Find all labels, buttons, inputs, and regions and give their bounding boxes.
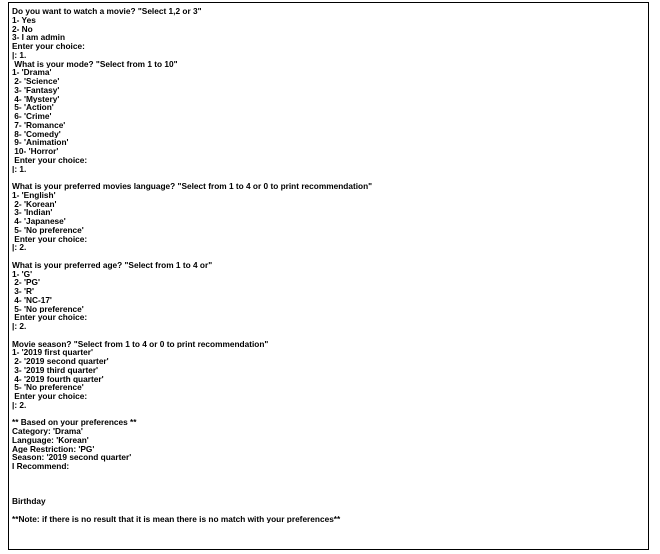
console-line: 4- '2019 fourth quarter'	[12, 374, 104, 384]
console-line: 3- 'R'	[12, 287, 34, 296]
console-output-panel: Do you want to watch a movie? "Select 1,…	[8, 2, 649, 550]
console-line: Age Restriction: 'PG'	[12, 444, 95, 454]
console-line: What is your preferred movies language? …	[12, 182, 373, 191]
console-line: |: 2.	[12, 400, 27, 410]
console-line: 2- '2019 second quarter'	[12, 357, 109, 366]
console-line: 3- '2019 third quarter'	[12, 365, 99, 375]
console-line: 8- 'Comedy'	[12, 129, 61, 139]
console-line: 3- I am admin	[12, 33, 66, 42]
console-line: |: 1.	[12, 164, 27, 174]
console-line: 5- 'No preference'	[12, 225, 84, 235]
console-line: Movie season? "Select from 1 to 4 or 0 t…	[12, 339, 269, 349]
console-line: 1- 'Drama'	[12, 68, 52, 77]
console-line: 5- 'No preference'	[12, 383, 84, 392]
console-line: 4- 'Mystery'	[12, 94, 60, 104]
console-line: 1- '2019 first quarter'	[12, 348, 93, 357]
console-line: 1- Yes	[12, 15, 36, 25]
console-line: **Note: if there is no result that it is…	[12, 514, 341, 524]
console-line: Language: 'Korean'	[12, 435, 89, 445]
console-line: Birthday	[12, 497, 46, 506]
console-line: 3- 'Indian'	[12, 208, 53, 217]
console-line: Enter your choice:	[12, 392, 88, 401]
console-line: 7- 'Romance'	[12, 120, 66, 130]
console-line: 5- 'Action'	[12, 103, 54, 112]
console-line: Enter your choice:	[12, 313, 88, 322]
console-line: 1- 'English'	[12, 190, 56, 200]
console-line: Category: 'Drama'	[12, 427, 83, 436]
console-line: |: 2.	[12, 322, 27, 331]
console-line: Enter your choice:	[12, 42, 85, 51]
console-line: 9- 'Animation'	[12, 138, 69, 147]
console-line: Do you want to watch a movie? "Select 1,…	[12, 7, 202, 16]
console-line: What is your mode? "Select from 1 to 10"	[12, 59, 178, 69]
console-line: Enter your choice:	[12, 234, 88, 244]
console-line: 6- 'Crime'	[12, 112, 52, 121]
console-line: 2- 'Science'	[12, 77, 60, 86]
console-line: 5- 'No preference'	[12, 304, 84, 314]
console-line: What is your preferred age? "Select from…	[12, 260, 213, 270]
console-line: 4- 'Japanese'	[12, 217, 66, 226]
console-line: 10- 'Horror'	[12, 147, 59, 156]
console-line: |: 1.	[12, 50, 27, 60]
console-line: I Recommend:	[12, 462, 70, 471]
console-line: 3- 'Fantasy'	[12, 85, 60, 95]
console-line: 1- 'G'	[12, 269, 33, 279]
console-line: 2- 'Korean'	[12, 199, 57, 209]
console-line: 2- No	[12, 24, 33, 34]
console-line: 2- 'PG'	[12, 278, 40, 287]
console-line: |: 2.	[12, 243, 27, 252]
console-line: ** Based on your preferences **	[12, 418, 137, 427]
console-line: Season: '2019 second quarter'	[12, 453, 132, 462]
console-line: 4- 'NC-17'	[12, 295, 52, 305]
console-lines: Do you want to watch a movie? "Select 1,…	[12, 7, 646, 523]
console-line: Enter your choice:	[12, 155, 88, 165]
